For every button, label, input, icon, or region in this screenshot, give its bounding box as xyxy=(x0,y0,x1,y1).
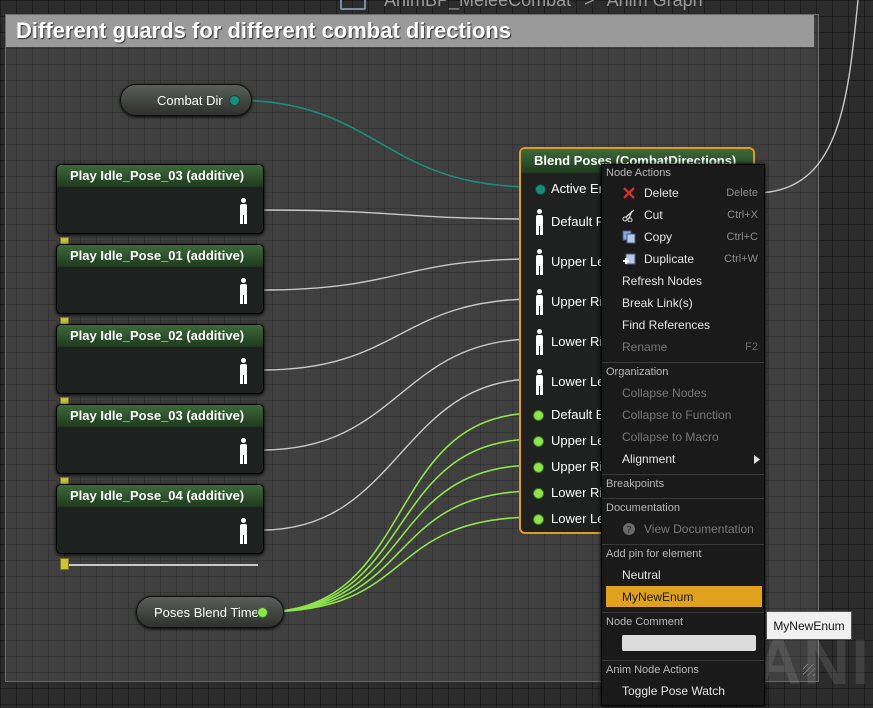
pose-output-pin-icon[interactable] xyxy=(238,198,248,224)
copy-icon xyxy=(622,230,636,244)
menu-item-break-links[interactable]: Break Link(s) xyxy=(622,296,693,310)
scissors-icon xyxy=(622,209,635,222)
poses-blend-time-label: Poses Blend Time xyxy=(154,605,259,620)
shortcut-rename: F2 xyxy=(745,341,758,353)
menu-item-delete[interactable]: Delete xyxy=(644,186,679,200)
play-node[interactable]: Play Idle_Pose_01 (additive) xyxy=(56,244,264,314)
wire-blend-time-5[interactable] xyxy=(261,516,538,613)
pose-input-pin-icon[interactable] xyxy=(534,249,544,275)
alpha-input-pin-icon[interactable] xyxy=(60,558,69,570)
wire-pose-upper-left[interactable] xyxy=(261,258,536,291)
menu-separator xyxy=(602,474,764,475)
blend-time-pin-icon[interactable] xyxy=(533,514,544,525)
play-node-title: Play Idle_Pose_03 (additive) xyxy=(57,165,263,187)
context-menu: Node Actions Delete Delete Cut Ctrl+X Co… xyxy=(601,164,765,706)
pose-output-pin-icon[interactable] xyxy=(238,278,248,304)
blend-pin-lower-left-pose: Lower Lef xyxy=(551,374,609,389)
section-node-actions: Node Actions xyxy=(606,167,671,179)
svg-text:?: ? xyxy=(626,525,631,536)
blend-pin-default-blend-time: Default B xyxy=(551,407,605,422)
wire-pose-lower-left[interactable] xyxy=(261,378,536,531)
blend-pin-upper-left-pose: Upper Lef xyxy=(551,254,609,269)
play-node[interactable]: Play Idle_Pose_03 (additive) xyxy=(56,404,264,474)
wire-blend-time-4[interactable] xyxy=(261,490,538,613)
active-enum-pin-icon[interactable] xyxy=(535,184,546,195)
blend-time-pin-icon[interactable] xyxy=(533,436,544,447)
wire-blend-time-1[interactable] xyxy=(261,412,538,613)
submenu-arrow-icon xyxy=(754,455,760,464)
shortcut-duplicate: Ctrl+W xyxy=(724,253,758,265)
play-node-title: Play Idle_Pose_03 (additive) xyxy=(57,405,263,427)
section-organization: Organization xyxy=(606,366,669,378)
menu-item-collapse-nodes[interactable]: Collapse Nodes xyxy=(622,386,707,400)
play-node[interactable]: Play Idle_Pose_04 (additive) xyxy=(56,484,264,554)
help-icon: ? xyxy=(623,523,635,536)
wire-blend-time-2[interactable] xyxy=(261,438,538,613)
duplicate-icon xyxy=(623,253,636,265)
blend-time-pin-icon[interactable] xyxy=(533,410,544,421)
pose-input-pin-icon[interactable] xyxy=(534,289,544,315)
blend-time-pin-icon[interactable] xyxy=(533,488,544,499)
blend-pin-lower-left-blend-time: Lower Lef xyxy=(551,511,609,526)
menu-item-cut[interactable]: Cut xyxy=(644,208,663,222)
blend-time-pin-icon[interactable] xyxy=(533,462,544,473)
pose-input-pin-icon[interactable] xyxy=(534,329,544,355)
section-breakpoints: Breakpoints xyxy=(606,478,665,490)
play-node[interactable]: Play Idle_Pose_02 (additive) xyxy=(56,324,264,394)
shortcut-copy: Ctrl+C xyxy=(726,231,758,243)
menu-item-duplicate[interactable]: Duplicate xyxy=(644,252,694,266)
menu-separator xyxy=(602,498,764,499)
section-documentation: Documentation xyxy=(606,502,680,514)
play-node-title: Play Idle_Pose_04 (additive) xyxy=(57,485,263,507)
pose-output-pin-icon[interactable] xyxy=(238,518,248,544)
pose-output-pin-icon[interactable] xyxy=(238,358,248,384)
menu-item-collapse-to-function[interactable]: Collapse to Function xyxy=(622,408,731,422)
menu-item-refresh-nodes[interactable]: Refresh Nodes xyxy=(622,274,702,288)
play-node[interactable]: Play Idle_Pose_03 (additive) xyxy=(56,164,264,234)
shortcut-cut: Ctrl+X xyxy=(727,209,758,221)
shortcut-delete: Delete xyxy=(726,187,758,199)
section-anim-node-actions: Anim Node Actions xyxy=(606,664,699,676)
anim-graph-canvas[interactable]: AnimBP_MeleeCombat > Anim Graph Differen… xyxy=(0,0,873,708)
poses-blend-time-variable-node[interactable]: Poses Blend Time xyxy=(136,596,284,628)
wire-pose-upper-right[interactable] xyxy=(261,298,536,371)
poses-blend-time-output-pin[interactable] xyxy=(257,607,268,618)
comment-resize-grip[interactable] xyxy=(803,664,815,676)
pose-input-pin-icon[interactable] xyxy=(534,209,544,235)
wire-output[interactable] xyxy=(754,0,859,194)
wire-blend-time-3[interactable] xyxy=(261,464,538,613)
menu-item-neutral[interactable]: Neutral xyxy=(622,568,661,582)
combat-dir-variable-node[interactable]: Combat Dir xyxy=(120,84,252,116)
play-node-title: Play Idle_Pose_01 (additive) xyxy=(57,245,263,267)
wire-pose-lower-right[interactable] xyxy=(261,338,536,451)
pose-output-pin-icon[interactable] xyxy=(238,438,248,464)
menu-item-rename[interactable]: Rename xyxy=(622,340,667,354)
tooltip: MyNewEnum xyxy=(766,611,852,640)
blend-pin-default-pose: Default P xyxy=(551,214,605,229)
combat-dir-output-pin[interactable] xyxy=(229,95,240,106)
section-add-pin-for-element: Add pin for element xyxy=(606,548,702,560)
menu-separator xyxy=(602,544,764,545)
pose-input-pin-icon[interactable] xyxy=(534,369,544,395)
combat-dir-label: Combat Dir xyxy=(157,93,223,108)
menu-item-alignment[interactable]: Alignment xyxy=(622,452,675,466)
wire-pose-default[interactable] xyxy=(261,209,536,220)
menu-separator xyxy=(602,612,764,613)
blend-pin-active-enum: Active En xyxy=(551,181,606,196)
menu-item-collapse-to-macro[interactable]: Collapse to Macro xyxy=(622,430,719,444)
play-node-title: Play Idle_Pose_02 (additive) xyxy=(57,325,263,347)
node-comment-input[interactable] xyxy=(622,635,756,651)
section-node-comment: Node Comment xyxy=(606,616,684,628)
menu-item-find-references[interactable]: Find References xyxy=(622,318,710,332)
menu-item-toggle-pose-watch[interactable]: Toggle Pose Watch xyxy=(622,684,725,698)
wire-combat-dir[interactable] xyxy=(231,99,536,188)
menu-item-view-documentation[interactable]: View Documentation xyxy=(644,522,754,536)
delete-icon xyxy=(623,187,635,199)
menu-separator xyxy=(602,362,764,363)
blend-pin-upper-left-blend-time: Upper Let xyxy=(551,433,609,448)
menu-item-my-new-enum[interactable]: MyNewEnum xyxy=(622,590,693,604)
menu-separator xyxy=(602,660,764,661)
menu-item-copy[interactable]: Copy xyxy=(644,230,672,244)
